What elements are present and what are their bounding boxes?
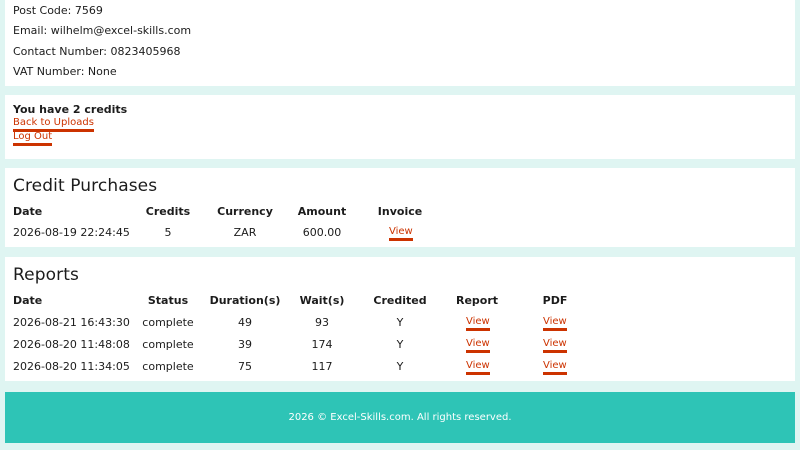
post-code-text: Post Code: 7569 <box>13 4 103 17</box>
purchase-amount: 600.00 <box>302 226 342 239</box>
report-wait: 117 <box>311 360 333 373</box>
report-duration: 75 <box>238 360 252 373</box>
back-to-uploads-link[interactable]: Back to Uploads <box>13 117 94 132</box>
credits-card: You have 2 credits Back to Uploads Log O… <box>5 95 795 159</box>
credit-purchases-card: Credit Purchases Date Credits Currency A… <box>5 168 795 247</box>
log-out-link[interactable]: Log Out <box>13 131 53 146</box>
pdf-view-link[interactable]: View <box>543 360 567 375</box>
purchase-date: 2026-08-19 22:24:45 <box>13 226 130 239</box>
report-wait: 93 <box>315 316 329 329</box>
invoice-view-link[interactable]: View <box>389 226 413 241</box>
report-credited: Y <box>396 316 404 329</box>
report-duration: 49 <box>238 316 252 329</box>
report-date: 2026-08-21 16:43:30 <box>13 316 130 329</box>
reports-card: Reports Date Status Duration(s) Wait(s) … <box>5 257 795 381</box>
credit-purchases-title: Credit Purchases <box>13 176 158 196</box>
report-status: complete <box>142 338 194 351</box>
report-duration: 39 <box>238 338 252 351</box>
report-view-link[interactable]: View <box>466 316 490 331</box>
report-status: complete <box>142 316 194 329</box>
contact-number-text: Contact Number: 0823405968 <box>13 45 181 58</box>
reports-header-duration: Duration(s) <box>209 294 281 307</box>
report-credited: Y <box>396 338 404 351</box>
pdf-view-link[interactable]: View <box>543 316 567 331</box>
report-date: 2026-08-20 11:48:08 <box>13 338 130 351</box>
table-row: 2026-08-20 11:34:05 complete 75 117 Y Vi… <box>5 359 795 381</box>
reports-title: Reports <box>13 265 79 285</box>
report-view-link[interactable]: View <box>466 360 490 375</box>
reports-header-pdf: PDF <box>542 294 568 307</box>
email-text: Email: wilhelm@excel-skills.com <box>13 24 192 37</box>
purchases-header-invoice: Invoice <box>377 205 423 218</box>
purchases-header-currency: Currency <box>217 205 273 218</box>
footer-copyright: 2026 © Excel-Skills.com. All rights rese… <box>288 412 512 423</box>
purchases-header-credits: Credits <box>145 205 191 218</box>
purchases-header-date: Date <box>13 205 43 218</box>
purchase-credits: 5 <box>164 226 172 239</box>
reports-header-status: Status <box>147 294 189 307</box>
report-view-link[interactable]: View <box>466 338 490 353</box>
report-status: complete <box>142 360 194 373</box>
reports-header-wait: Wait(s) <box>299 294 345 307</box>
table-row: 2026-08-20 11:48:08 complete 39 174 Y Vi… <box>5 337 795 359</box>
purchases-header-amount: Amount <box>297 205 347 218</box>
credits-balance: You have 2 credits <box>13 103 128 116</box>
reports-header-credited: Credited <box>373 294 427 307</box>
report-date: 2026-08-20 11:34:05 <box>13 360 130 373</box>
report-wait: 174 <box>311 338 333 351</box>
reports-header-date: Date <box>13 294 43 307</box>
table-row: 2026-08-21 16:43:30 complete 49 93 Y Vie… <box>5 315 795 337</box>
reports-header-report: Report <box>455 294 499 307</box>
purchase-currency: ZAR <box>233 226 257 239</box>
table-row: 2026-08-19 22:24:45 5 ZAR 600.00 View <box>5 225 795 247</box>
report-credited: Y <box>396 360 404 373</box>
footer: 2026 © Excel-Skills.com. All rights rese… <box>5 392 795 443</box>
pdf-view-link[interactable]: View <box>543 338 567 353</box>
profile-card: Post Code: 7569 Email: wilhelm@excel-ski… <box>5 0 795 86</box>
vat-number-text: VAT Number: None <box>13 65 117 78</box>
